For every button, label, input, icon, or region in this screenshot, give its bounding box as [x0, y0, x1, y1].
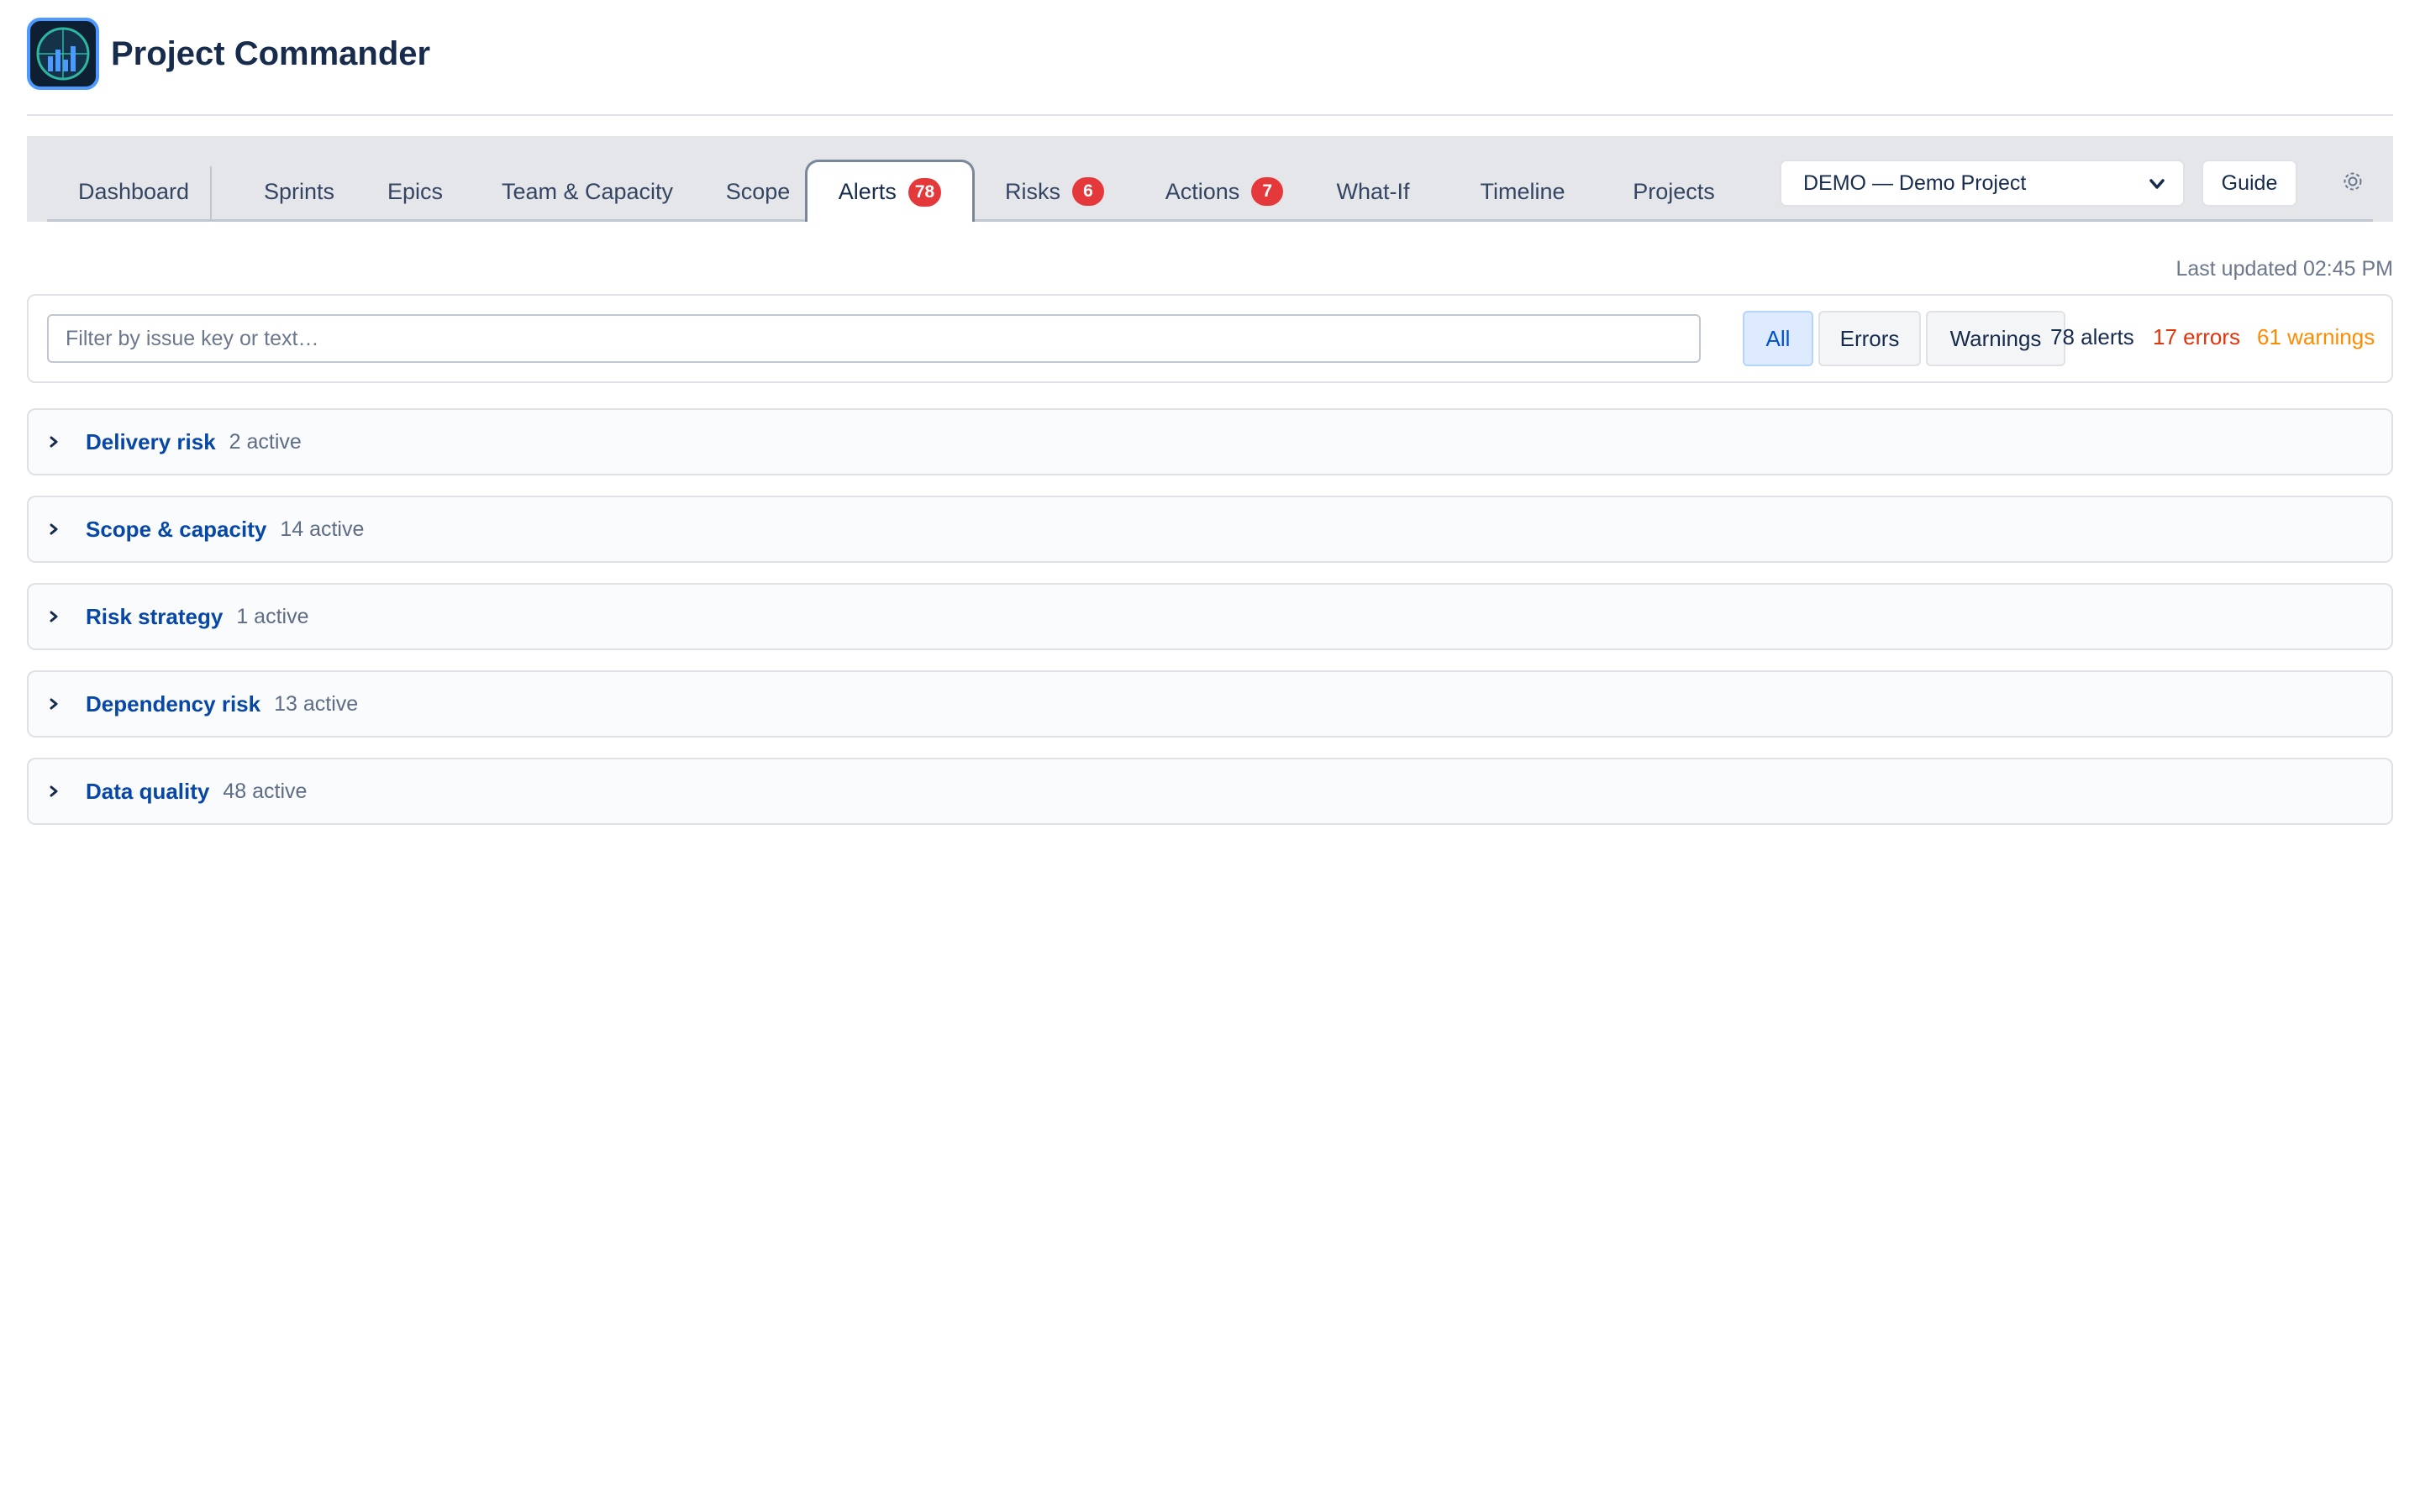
- tab-alerts[interactable]: Alerts 78: [805, 160, 975, 222]
- filter-errors-button[interactable]: Errors: [1818, 311, 1921, 366]
- group-count: 1 active: [236, 604, 309, 628]
- group-count: 13 active: [274, 691, 359, 716]
- alert-group-dependency-risk[interactable]: Dependency risk 13 active: [27, 670, 2393, 738]
- tab-label: Alerts: [838, 179, 897, 204]
- tab-sprints[interactable]: Sprints: [249, 161, 350, 222]
- alert-group-data-quality[interactable]: Data quality 48 active: [27, 758, 2393, 825]
- actions-count-badge: 7: [1251, 177, 1284, 206]
- tab-projects[interactable]: Projects: [1607, 161, 1741, 222]
- tab-divider: [210, 166, 212, 222]
- project-select-value: DEMO — Demo Project: [1803, 171, 2027, 195]
- last-updated-text: Last updated 02:45 PM: [2175, 257, 2393, 281]
- chevron-right-icon: [47, 608, 66, 625]
- tab-what-if[interactable]: What-If: [1326, 161, 1420, 222]
- chevron-right-icon: [47, 783, 66, 800]
- tab-label: What-If: [1336, 178, 1410, 204]
- group-name: Data quality: [86, 778, 210, 804]
- tab-label: Team & Capacity: [501, 178, 674, 204]
- radar-chart-icon: [27, 18, 99, 90]
- gear-icon[interactable]: [2336, 165, 2370, 198]
- group-name: Dependency risk: [86, 690, 261, 717]
- guide-button[interactable]: Guide: [2202, 160, 2297, 207]
- tab-scope[interactable]: Scope: [713, 161, 803, 222]
- chevron-down-icon: [2146, 173, 2168, 201]
- chevron-right-icon: [47, 433, 66, 450]
- tab-label: Dashboard: [77, 178, 190, 204]
- tab-risks[interactable]: Risks 6: [992, 161, 1118, 222]
- group-count: 2 active: [229, 429, 302, 454]
- tab-label: Timeline: [1480, 178, 1565, 204]
- warnings-count: 61 warnings: [2257, 324, 2375, 349]
- group-name: Delivery risk: [86, 428, 216, 454]
- risks-count-badge: 6: [1072, 177, 1104, 206]
- group-name: Scope & capacity: [86, 516, 267, 542]
- app-title: Project Commander: [111, 34, 431, 72]
- group-name: Risk strategy: [86, 603, 224, 629]
- chevron-right-icon: [47, 696, 66, 712]
- tab-actions[interactable]: Actions 7: [1150, 161, 1299, 222]
- group-count: 14 active: [280, 517, 365, 541]
- filter-all-button[interactable]: All: [1743, 311, 1813, 366]
- tab-label: Sprints: [263, 178, 335, 204]
- tab-label: Projects: [1633, 178, 1715, 204]
- filter-warnings-button[interactable]: Warnings: [1926, 311, 2065, 366]
- filter-input[interactable]: [47, 314, 1701, 363]
- tab-bar: Dashboard Sprints Epics Team & Capacity …: [27, 136, 2393, 222]
- group-count: 48 active: [223, 779, 308, 803]
- alert-filter-bar: All Errors Warnings 78 alerts 17 errors …: [27, 294, 2393, 383]
- tab-timeline[interactable]: Timeline: [1455, 161, 1590, 222]
- tab-dashboard[interactable]: Dashboard: [57, 161, 210, 222]
- tab-label: Scope: [725, 178, 791, 204]
- alert-group-scope-capacity[interactable]: Scope & capacity 14 active: [27, 496, 2393, 563]
- tab-label: Risks: [1005, 178, 1060, 204]
- alerts-count-badge: 78: [908, 177, 942, 207]
- chevron-right-icon: [47, 521, 66, 538]
- alert-group-risk-strategy[interactable]: Risk strategy 1 active: [27, 583, 2393, 650]
- tab-label: Epics: [387, 178, 444, 204]
- tab-team-capacity[interactable]: Team & Capacity: [487, 161, 687, 222]
- errors-count: 17 errors: [2153, 324, 2241, 349]
- tab-label: Actions: [1165, 178, 1240, 204]
- page: Project Commander Dashboard Sprints Epic…: [0, 0, 2420, 1512]
- tab-epics[interactable]: Epics: [375, 161, 455, 222]
- alert-group-delivery-risk[interactable]: Delivery risk 2 active: [27, 408, 2393, 475]
- app-header: Project Commander: [27, 18, 2393, 116]
- total-alerts-count: 78 alerts: [2050, 324, 2134, 349]
- project-select[interactable]: DEMO — Demo Project: [1780, 160, 2185, 207]
